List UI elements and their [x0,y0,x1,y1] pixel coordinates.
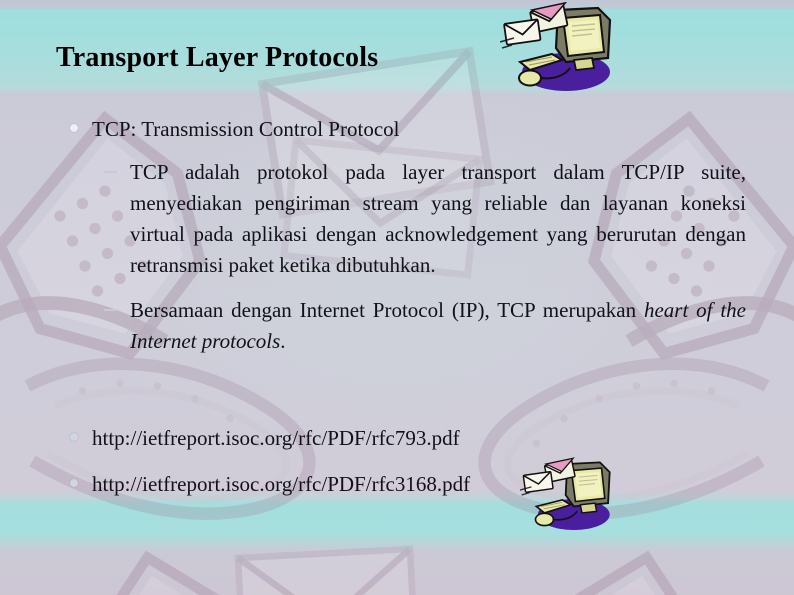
bullet-disc-icon [70,124,78,132]
bullet-text: TCP: Transmission Control Protocol [92,117,400,141]
link-text[interactable]: http://ietfreport.isoc.org/rfc/PDF/rfc31… [92,472,470,496]
slide-title: Transport Layer Protocols [56,42,379,73]
link-text[interactable]: http://ietfreport.isoc.org/rfc/PDF/rfc79… [92,426,460,450]
link-row-rfc793: http://ietfreport.isoc.org/rfc/PDF/rfc79… [0,424,794,452]
bullet-disc-icon [70,479,78,487]
bullet-level1-link-rfc3168[interactable]: http://ietfreport.isoc.org/rfc/PDF/rfc31… [0,470,794,498]
bullet-text: TCP adalah protokol pada layer transport… [130,160,746,277]
slide-body: TCP: Transmission Control Protocol TCP a… [0,115,794,357]
bullet-level1-tcp-heading: TCP: Transmission Control Protocol [0,115,794,143]
presentation-slide: Transport Layer Protocols TCP: Transmiss… [0,0,794,595]
bullet-level2-heart-of-internet: Bersamaan dengan Internet Protocol (IP),… [0,295,794,357]
bullet-dash-icon [104,171,117,173]
bullet-text-before: Bersamaan dengan Internet Protocol (IP),… [130,298,644,322]
bullet-level2-tcp-definition: TCP adalah protokol pada layer transport… [0,157,794,281]
link-row-rfc3168: http://ietfreport.isoc.org/rfc/PDF/rfc31… [0,470,794,498]
slide-content: Transport Layer Protocols TCP: Transmiss… [0,0,794,595]
bullet-text-after: . [280,329,286,353]
bullet-disc-icon [70,433,78,441]
bullet-level1-link-rfc793[interactable]: http://ietfreport.isoc.org/rfc/PDF/rfc79… [0,424,794,452]
bullet-dash-icon [104,309,117,311]
